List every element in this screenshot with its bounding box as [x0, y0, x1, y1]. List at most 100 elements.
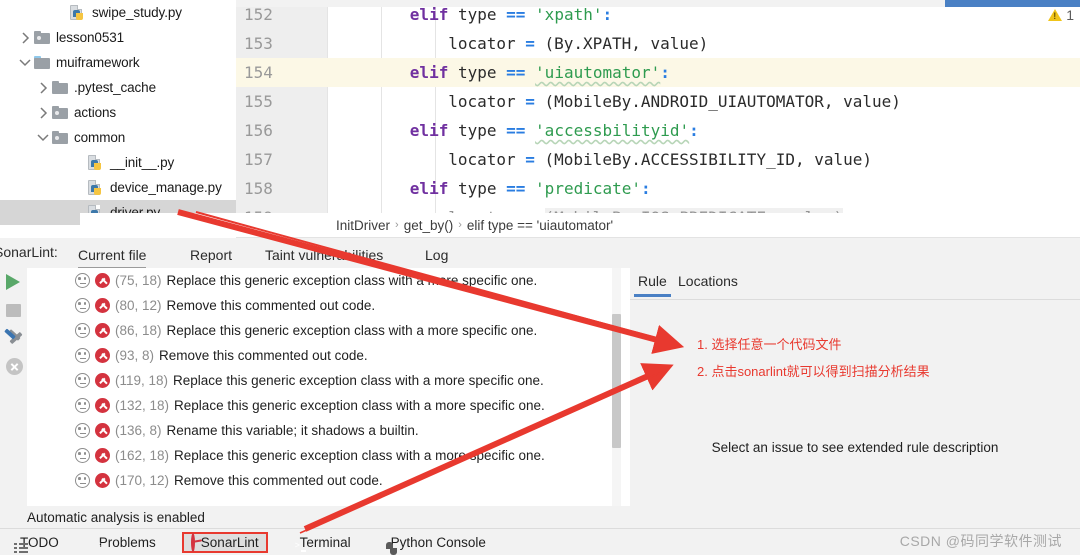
chevron-down-icon[interactable] [36, 131, 50, 145]
rule-placeholder-text: Select an issue to see extended rule des… [711, 440, 999, 455]
issue-row[interactable]: (170, 12) Remove this commented out code. [27, 468, 630, 493]
code-line: locator = (MobileBy.ANDROID_UIAUTOMATOR,… [327, 87, 1080, 116]
issue-row[interactable]: (162, 18) Replace this generic exception … [27, 443, 630, 468]
gutter-marker-area [292, 116, 310, 145]
play-icon [6, 274, 20, 290]
stop-icon [6, 304, 21, 317]
editor-top-scrollbar[interactable] [236, 0, 1080, 7]
run-analysis-button[interactable] [4, 272, 24, 292]
issue-list[interactable]: (75, 18) Replace this generic exception c… [27, 268, 630, 506]
breadcrumb-part[interactable]: get_by() [404, 218, 454, 233]
code-token: elif [409, 63, 458, 82]
editor-text-area[interactable]: elif type == 'xpath': locator = (By.XPATH… [327, 0, 1080, 227]
configure-button[interactable] [4, 328, 24, 348]
tree-item--pytest-cache[interactable]: .pytest_cache [0, 75, 236, 100]
bottom-button-terminal[interactable]: Terminal [286, 532, 359, 553]
issue-location: (162, 18) [115, 448, 170, 463]
bug-icon [75, 473, 90, 488]
sonarlint-panel-title: SonarLint: [0, 244, 58, 260]
code-line: elif type == 'predicate': [327, 174, 1080, 203]
chevron-right-icon[interactable] [36, 81, 50, 95]
bottom-button-label: Python Console [390, 534, 486, 550]
tab-current-file[interactable]: Current file [78, 243, 147, 269]
code-row-wrap: elif type == 'accessbilityid': [327, 116, 1080, 145]
annotation-text: 2. 点击sonarlint就可以得到扫描分析结果 [697, 364, 930, 379]
code-row-wrap: elif type == 'uiautomator': [327, 58, 1080, 87]
sonarlint-tab-bar: SonarLint: Current file Report Taint vulne… [0, 238, 1080, 269]
line-number: 155 [244, 92, 273, 111]
tree-item-device-manage-py[interactable]: device_manage.py [0, 175, 236, 200]
editor-warning-badge[interactable]: 1 [1048, 7, 1074, 23]
python-file-icon [88, 179, 105, 196]
wrench-icon [4, 328, 24, 348]
code-row-wrap: locator = (MobileBy.ANDROID_UIAUTOMATOR,… [327, 87, 1080, 116]
chevron-down-icon[interactable] [18, 56, 32, 70]
issue-list-vertical-scrollbar[interactable] [612, 314, 621, 448]
bottom-button-python-console[interactable]: Python Console [377, 532, 494, 555]
tree-item-actions[interactable]: actions [0, 100, 236, 125]
warning-triangle-icon [1048, 9, 1063, 21]
breadcrumb[interactable]: InitDriver › get_by() › elif type == 'uiauto… [236, 213, 1080, 238]
bottom-button-problems[interactable]: Problems [85, 532, 164, 553]
code-editor[interactable]: elif type == 'xpath': locator = (By.XPATH… [236, 0, 1080, 227]
tab-report[interactable]: Report [190, 243, 232, 267]
issue-location: (170, 12) [115, 473, 170, 488]
project-tool-window[interactable]: swipe_study.py lesson0531 muiframework .pyt… [0, 0, 236, 228]
tab-log[interactable]: Log [425, 243, 448, 267]
chevron-right-icon[interactable] [36, 106, 50, 120]
severity-blocker-icon [95, 398, 110, 413]
bug-icon [75, 323, 90, 338]
python-file-icon [70, 4, 87, 21]
issue-row[interactable]: (136, 8) Rename this variable; it shadows… [27, 418, 630, 443]
gutter-fold-area [310, 174, 327, 203]
rule-tab-rule[interactable]: Rule [634, 273, 671, 297]
line-number: 156 [244, 121, 273, 140]
line-number: 157 [244, 150, 273, 169]
issue-row[interactable]: (86, 18) Replace this generic exception c… [27, 318, 630, 343]
code-token: = [525, 150, 545, 169]
auto-analysis-label: Automatic analysis is enabled [27, 509, 205, 525]
code-token: type [457, 63, 507, 82]
issue-location: (93, 8) [115, 348, 155, 363]
issue-message: Remove this commented out code. [159, 348, 368, 363]
breadcrumb-part[interactable]: elif type == 'uiautomator' [467, 218, 613, 233]
code-line: elif type == 'uiautomator': [327, 58, 1080, 87]
stop-analysis-button[interactable] [4, 300, 24, 320]
breadcrumb-part[interactable]: InitDriver [336, 218, 390, 233]
close-circle-icon [6, 358, 23, 375]
issue-row[interactable]: (75, 18) Replace this generic exception c… [27, 268, 630, 293]
chevron-right-icon[interactable] [18, 31, 32, 45]
bug-icon [75, 298, 90, 313]
tree-item-muiframework[interactable]: muiframework [0, 50, 236, 75]
gutter-fold-area [310, 29, 327, 58]
issue-location: (119, 18) [115, 373, 169, 388]
tree-item-lesson0531[interactable]: lesson0531 [0, 25, 236, 50]
code-line: locator = (MobileBy.ACCESSIBILITY_ID, va… [327, 145, 1080, 174]
sonarlint-toolbar [0, 268, 27, 528]
tree-item-label: lesson0531 [56, 30, 125, 45]
tree-item-swipe-study-py[interactable]: swipe_study.py [0, 0, 236, 25]
folder-icon [52, 105, 69, 121]
tab-taint-vulnerabilities[interactable]: Taint vulnerabilities [265, 243, 383, 267]
code-token: elif [409, 5, 458, 24]
rule-tab-locations[interactable]: Locations [678, 273, 738, 289]
issue-row[interactable]: (80, 12) Remove this commented out code. [27, 293, 630, 318]
folder-blue-icon [34, 55, 51, 71]
scrollbar-thumb[interactable] [945, 0, 1080, 7]
tree-item-common[interactable]: common [0, 125, 236, 150]
folder-plain-icon [52, 80, 69, 96]
issue-row[interactable]: (119, 18) Replace this generic exception … [27, 368, 630, 393]
watermark: CSDN @码同学软件测试 [899, 533, 1062, 549]
bottom-button-sonarlint[interactable]: SonarLint [181, 531, 268, 553]
tree-item---init---py[interactable]: __init__.py [0, 150, 236, 175]
code-row-wrap: locator = (By.XPATH, value) [327, 29, 1080, 58]
issue-row[interactable]: (93, 8) Remove this commented out code. [27, 343, 630, 368]
issue-row[interactable]: (132, 18) Replace this generic exception … [27, 393, 630, 418]
code-token: = [525, 92, 545, 111]
gutter-marker-area [292, 145, 310, 174]
bottom-button-todo[interactable]: TODO [6, 532, 67, 553]
tree-item-label: actions [74, 105, 117, 120]
code-token: 'xpath' [535, 5, 603, 24]
clear-button[interactable] [4, 356, 24, 376]
